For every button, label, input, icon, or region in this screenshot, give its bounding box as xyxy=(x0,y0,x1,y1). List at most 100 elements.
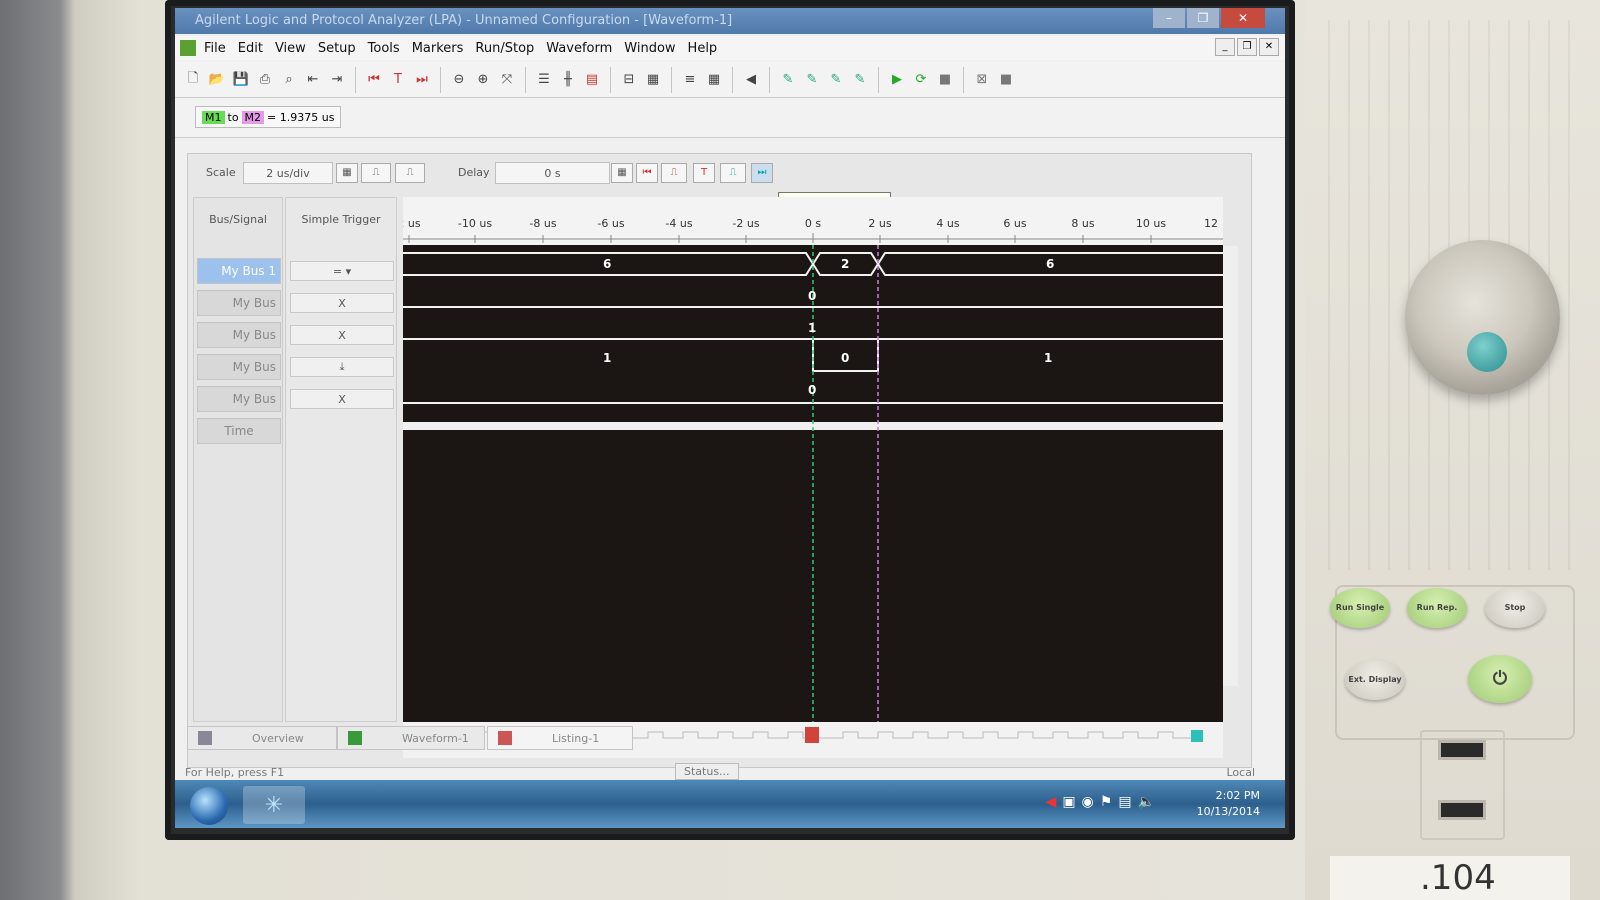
trigger-select[interactable]: X xyxy=(290,389,394,409)
signal-row[interactable]: My Bus xyxy=(197,354,281,380)
status-icon[interactable]: ■ xyxy=(996,70,1016,90)
new-icon[interactable]: 🗋 xyxy=(183,70,203,90)
clock-time: 2:02 PM xyxy=(1215,789,1260,802)
go-to-end-of-data-icon[interactable]: ⏭ xyxy=(751,163,773,183)
listing-icon xyxy=(498,731,512,745)
signal-row-my-bus-1[interactable]: My Bus 1 xyxy=(197,258,281,284)
menu-window[interactable]: Window xyxy=(618,41,681,56)
find-next-icon[interactable]: ⇥ xyxy=(327,70,347,90)
maximize-button[interactable]: ❐ xyxy=(1187,8,1219,28)
delay-field[interactable]: 0 s xyxy=(495,162,610,184)
close-button[interactable]: ✕ xyxy=(1221,8,1265,28)
menu-markers[interactable]: Markers xyxy=(406,41,470,56)
run-rep-button[interactable]: Run Rep. xyxy=(1407,588,1467,628)
marker-move-icon[interactable]: ✎ xyxy=(802,70,822,90)
go-to-start-icon[interactable]: ⏮ xyxy=(636,163,658,183)
list-icon[interactable]: ≡ xyxy=(680,70,700,90)
tab-overview[interactable]: Overview xyxy=(187,726,337,750)
taskbar-clock[interactable]: 2:02 PM 10/13/2014 xyxy=(1197,788,1260,820)
signal-row[interactable]: My Bus xyxy=(197,386,281,412)
speaker-icon[interactable]: ◀ xyxy=(741,70,761,90)
stop-button[interactable]: Stop xyxy=(1485,588,1545,628)
tray-arrow-icon[interactable]: ◀ xyxy=(1046,794,1057,810)
simple-trigger-column: Simple Trigger = ▾ X X ⤓ X xyxy=(285,197,397,722)
tab-waveform-1[interactable]: Waveform-1 xyxy=(337,726,485,750)
tray-app-icon[interactable]: ▣ xyxy=(1062,794,1075,810)
cancel-icon[interactable]: ⊠ xyxy=(972,70,992,90)
run-icon[interactable]: ▶ xyxy=(887,70,907,90)
menu-view[interactable]: View xyxy=(269,41,312,56)
mdi-close-button[interactable]: ✕ xyxy=(1259,38,1279,56)
delay-spin-icon[interactable]: ▦ xyxy=(611,163,633,183)
analyzer-app-icon: ✳ xyxy=(264,792,284,818)
go-to-trigger-icon[interactable]: T xyxy=(693,163,715,183)
trig-icon[interactable]: ▦ xyxy=(643,70,663,90)
tray-volume-icon[interactable]: 🔈 xyxy=(1138,794,1155,810)
start-button[interactable] xyxy=(190,787,228,825)
marker-readout[interactable]: M1 to M2 = 1.9375 us xyxy=(195,106,342,128)
run-single-button[interactable]: Run Single xyxy=(1330,588,1390,628)
window-title: Agilent Logic and Protocol Analyzer (LPA… xyxy=(195,13,733,28)
go-to-trigger-icon[interactable]: T xyxy=(388,70,408,90)
scale-spin-icon[interactable]: ▦ xyxy=(336,163,358,183)
go-to-end-icon[interactable]: ⏭ xyxy=(412,70,432,90)
vertical-scrollbar[interactable] xyxy=(1223,246,1238,686)
marker-place-icon[interactable]: ✎ xyxy=(778,70,798,90)
list-trig-icon[interactable]: ▦ xyxy=(704,70,724,90)
zoom-in-pulse-icon[interactable]: ⎍ xyxy=(361,163,391,183)
run-repetitive-icon[interactable]: ⟳ xyxy=(911,70,931,90)
tray-network-icon[interactable]: ◉ xyxy=(1082,794,1094,810)
taskbar-app-button[interactable]: ✳ xyxy=(243,786,305,824)
marker-clear-icon[interactable]: ✎ xyxy=(850,70,870,90)
signal-row[interactable]: My Bus xyxy=(197,290,281,316)
menu-run-stop[interactable]: Run/Stop xyxy=(469,41,540,56)
zoom-fit-icon[interactable]: ⤧ xyxy=(497,70,517,90)
marker-bar: M1 to M2 = 1.9375 us xyxy=(175,98,1285,138)
status-button[interactable]: Status... xyxy=(675,763,739,780)
waveform-display[interactable]: 2 us -10 us -8 us -6 us -4 us -2 us 0 s … xyxy=(403,197,1223,722)
tray-flag-icon[interactable]: ⚑ xyxy=(1100,794,1113,810)
find-previous-icon[interactable]: ⇤ xyxy=(303,70,323,90)
rotary-knob[interactable] xyxy=(1405,240,1560,395)
minimize-button[interactable]: – xyxy=(1153,8,1185,28)
find-icon[interactable]: ⌕ xyxy=(279,70,299,90)
marker-delta-icon[interactable]: ✎ xyxy=(826,70,846,90)
signal-row[interactable]: My Bus xyxy=(197,322,281,348)
go-to-start-icon[interactable]: ⏮ xyxy=(364,70,384,90)
tab-listing-1[interactable]: Listing-1 xyxy=(487,726,633,750)
signal-row-time[interactable]: Time xyxy=(197,418,281,444)
zoom-out-icon[interactable]: ⊖ xyxy=(449,70,469,90)
trigger-select[interactable]: X xyxy=(290,293,394,313)
menu-waveform[interactable]: Waveform xyxy=(540,41,618,56)
trigger-select[interactable]: X xyxy=(290,325,394,345)
trigger-select[interactable]: = ▾ xyxy=(290,261,394,281)
insert-bus-icon[interactable]: ╫ xyxy=(558,70,578,90)
zoom-out-pulse-icon[interactable]: ⎍ xyxy=(395,163,425,183)
scale-field[interactable]: 2 us/div xyxy=(243,162,333,184)
group-icon[interactable]: ⊟ xyxy=(619,70,639,90)
save-icon[interactable]: 💾 xyxy=(231,70,251,90)
previous-edge-icon[interactable]: ⎍ xyxy=(661,163,687,183)
open-icon[interactable]: 📂 xyxy=(207,70,227,90)
bit-value: 0 xyxy=(808,289,817,303)
menu-help[interactable]: Help xyxy=(682,41,724,56)
trigger-select[interactable]: ⤓ xyxy=(290,357,394,377)
stop-icon[interactable]: ■ xyxy=(935,70,955,90)
next-edge-icon[interactable]: ⎍ xyxy=(720,163,746,183)
menu-bar: File Edit View Setup Tools Markers Run/S… xyxy=(175,36,1285,60)
menu-file[interactable]: File xyxy=(198,41,232,56)
mdi-minimize-button[interactable]: _ xyxy=(1215,38,1235,56)
delay-label: Delay xyxy=(458,166,490,179)
zoom-in-icon[interactable]: ⊕ xyxy=(473,70,493,90)
menu-edit[interactable]: Edit xyxy=(232,41,269,56)
menu-tools[interactable]: Tools xyxy=(362,41,406,56)
insert-signal-icon[interactable]: ☰ xyxy=(534,70,554,90)
toolbar: 🗋 📂 💾 ⎙ ⌕ ⇤ ⇥ ⏮ T ⏭ ⊖ ⊕ ⤧ ☰ ╫ ▤ ⊟ ▦ ≡ ▦ … xyxy=(175,62,1285,98)
print-icon[interactable]: ⎙ xyxy=(255,70,275,90)
tray-monitor-icon[interactable]: ▤ xyxy=(1118,794,1131,810)
power-button[interactable]: ⏻ xyxy=(1468,655,1532,703)
trigger-setup-icon[interactable]: ▤ xyxy=(582,70,602,90)
menu-setup[interactable]: Setup xyxy=(312,41,362,56)
mdi-restore-button[interactable]: ❐ xyxy=(1237,38,1257,56)
ext-display-button[interactable]: Ext. Display xyxy=(1345,660,1405,700)
